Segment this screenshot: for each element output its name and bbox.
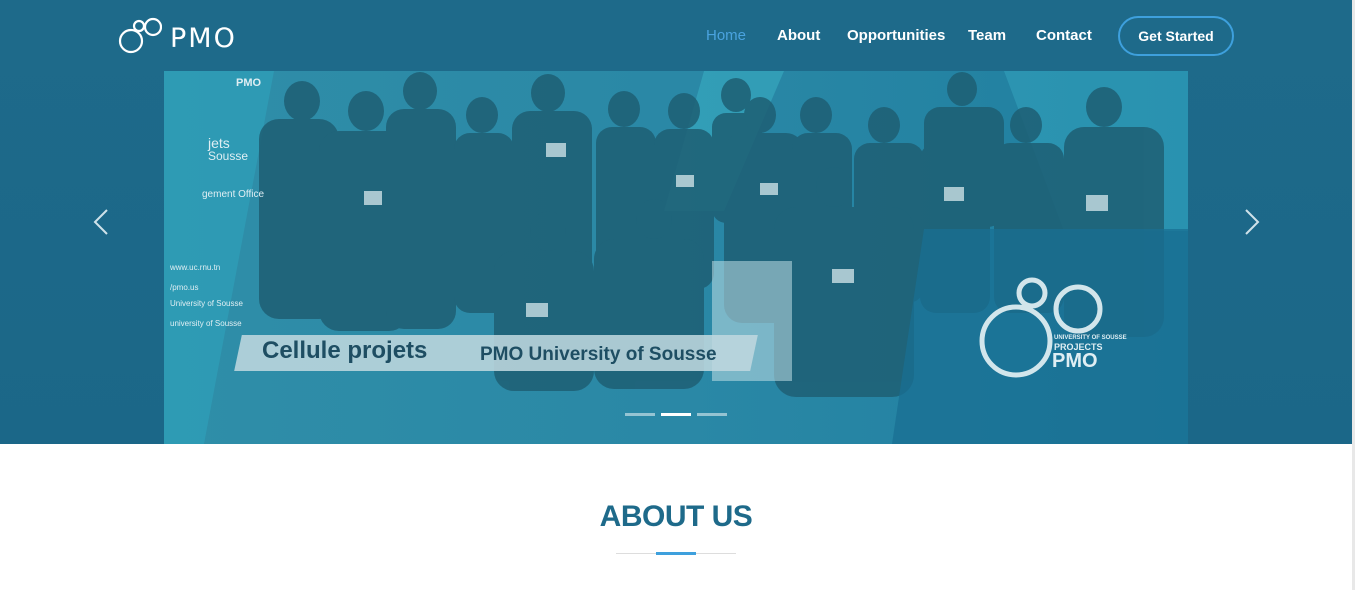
backdrop-management-text: gement Office — [202, 189, 265, 200]
group-photo — [164, 71, 1188, 444]
badge-line3: PMO — [1052, 350, 1098, 372]
carousel-prev-button[interactable] — [92, 206, 112, 238]
backdrop-web-text: www.uc.rnu.tn — [170, 263, 221, 272]
corner-logo-text: PMO — [236, 77, 262, 89]
hero-section: PMO Home About Opportunities Team Contac… — [0, 0, 1355, 444]
carousel-next-button[interactable] — [1241, 206, 1261, 238]
nav-home[interactable]: Home — [706, 27, 746, 44]
backdrop-univ1-text: University of Sousse — [170, 299, 243, 308]
carousel-indicator-2[interactable] — [661, 413, 691, 416]
chevron-right-icon — [1241, 209, 1261, 242]
heading-divider-accent — [656, 552, 696, 555]
chevron-left-icon — [92, 209, 112, 242]
badge-line1: UNIVERSITY OF SOUSSE — [1054, 335, 1127, 341]
nav-about[interactable]: About — [777, 27, 820, 44]
nav-opportunities[interactable]: Opportunities — [847, 27, 945, 44]
get-started-button[interactable]: Get Started — [1118, 16, 1234, 56]
nav-team[interactable]: Team — [968, 27, 1006, 44]
carousel-indicator-3[interactable] — [697, 413, 727, 416]
caption-title: Cellule projets — [262, 337, 428, 364]
carousel-indicator-1[interactable] — [625, 413, 655, 416]
backdrop-fb-text: /pmo.us — [170, 283, 199, 292]
carousel-indicators — [625, 413, 727, 416]
carousel-slide-image: PMO jets Sousse gement Office www.uc.rnu… — [164, 71, 1188, 444]
backdrop-univ2-text: university of Sousse — [170, 319, 242, 328]
about-us-heading: ABOUT US — [599, 500, 753, 533]
nav-contact[interactable]: Contact — [1036, 27, 1092, 44]
caption-subtitle: PMO University of Sousse — [480, 344, 717, 365]
backdrop-sousse-text: Sousse — [208, 149, 249, 163]
site-header: PMO Home About Opportunities Team Contac… — [0, 0, 1355, 71]
